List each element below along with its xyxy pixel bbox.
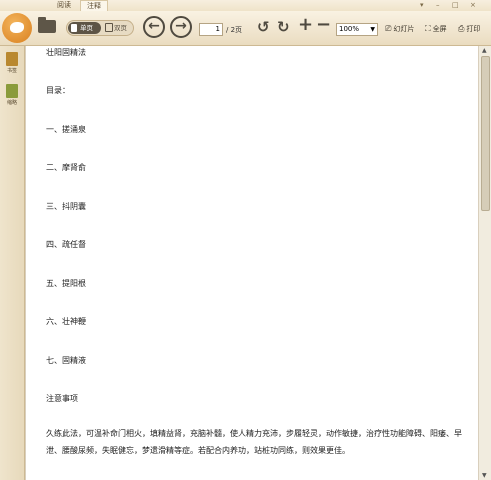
fullscreen-icon: ⛶	[425, 24, 431, 33]
toc-item: 二、摩肾俞	[46, 163, 86, 172]
maximize-icon[interactable]: □	[452, 1, 459, 9]
double-page-icon	[105, 23, 113, 32]
app-logo-icon[interactable]	[2, 13, 32, 43]
toc-item: 七、固精液	[46, 356, 86, 365]
total-pages-label: / 2页	[226, 26, 243, 34]
zoom-level-value: 100%	[339, 25, 360, 33]
single-page-icon	[71, 24, 77, 32]
close-icon[interactable]: ×	[470, 1, 476, 9]
thumbnail-icon	[6, 84, 18, 98]
zoom-select[interactable]: 100% ▼	[336, 23, 378, 36]
single-page-button[interactable]: 单页	[68, 22, 101, 34]
menu-dropdown-icon[interactable]: ▾	[420, 1, 424, 9]
open-folder-icon[interactable]	[38, 17, 56, 33]
zoom-out-icon[interactable]: −	[316, 16, 331, 34]
fullscreen-button[interactable]: ⛶ 全屏	[425, 24, 447, 34]
tab-read[interactable]: 阅读	[52, 0, 76, 11]
prev-page-button[interactable]: ←	[143, 16, 165, 38]
document-title: 壮阳固精法	[46, 48, 86, 57]
toc-item: 四、疏任督	[46, 240, 86, 249]
rotate-left-icon[interactable]: ↺	[257, 20, 270, 35]
zoom-in-icon[interactable]: +	[298, 16, 313, 34]
sidebar-item-thumbnails[interactable]: 缩略	[3, 84, 21, 106]
toc-heading: 目录：	[46, 86, 70, 95]
print-button[interactable]: ⎙ 打印	[458, 24, 480, 34]
double-page-button[interactable]: 双页	[102, 22, 132, 34]
notes-paragraph: 久练此法，可温补命门相火，填精益肾，充脑补髓，使人精力充沛，步履轻灵，动作敏捷，…	[46, 429, 462, 455]
sidebar-item-bookmarks[interactable]: 书签	[3, 52, 21, 74]
sidebar-item-label: 书签	[6, 68, 17, 74]
view-mode-group: 单页 双页	[66, 20, 134, 36]
fullscreen-label: 全屏	[432, 25, 447, 33]
slideshow-icon: ⎚	[385, 24, 392, 33]
current-page-input[interactable]: 1	[199, 23, 223, 36]
bookmark-icon	[6, 52, 18, 66]
sidebar-item-label: 缩略	[6, 100, 17, 106]
slideshow-label: 幻灯片	[393, 25, 415, 33]
single-page-label: 单页	[80, 24, 93, 32]
toc-item: 三、抖阴囊	[46, 202, 86, 211]
sidebar: 书签 缩略	[0, 46, 25, 480]
vertical-scrollbar[interactable]: ▲ ▼	[478, 46, 491, 480]
scrollbar-thumb[interactable]	[481, 56, 490, 211]
toc-item: 六、壮神鞭	[46, 317, 86, 326]
chevron-down-icon: ▼	[370, 26, 375, 33]
notes-heading: 注意事项	[46, 394, 78, 403]
tab-annotate[interactable]: 注释	[80, 0, 108, 11]
print-icon: ⎙	[458, 24, 465, 33]
document-page: 壮阳固精法 目录： 一、搓涌泉 二、摩肾俞 三、抖阴囊 四、疏任督 五、提阳根 …	[25, 46, 479, 480]
next-page-button[interactable]: →	[170, 16, 192, 38]
title-bar: 阅读 注释 ▾ – □ ×	[0, 0, 491, 11]
double-page-label: 双页	[114, 24, 127, 32]
toolbar: 单页 双页 ← → 1 / 2页 ↺ ↻ + − 100% ▼ ⎚ 幻灯片 ⛶ 全屏…	[0, 11, 491, 46]
slideshow-button[interactable]: ⎚ 幻灯片	[385, 24, 414, 34]
toc-item: 五、提阳根	[46, 279, 86, 288]
scroll-up-icon[interactable]: ▲	[482, 47, 487, 54]
print-label: 打印	[466, 25, 481, 33]
minimize-icon[interactable]: –	[436, 1, 440, 9]
scroll-down-icon[interactable]: ▼	[482, 472, 487, 479]
rotate-right-icon[interactable]: ↻	[277, 20, 290, 35]
toc-item: 一、搓涌泉	[46, 125, 86, 134]
